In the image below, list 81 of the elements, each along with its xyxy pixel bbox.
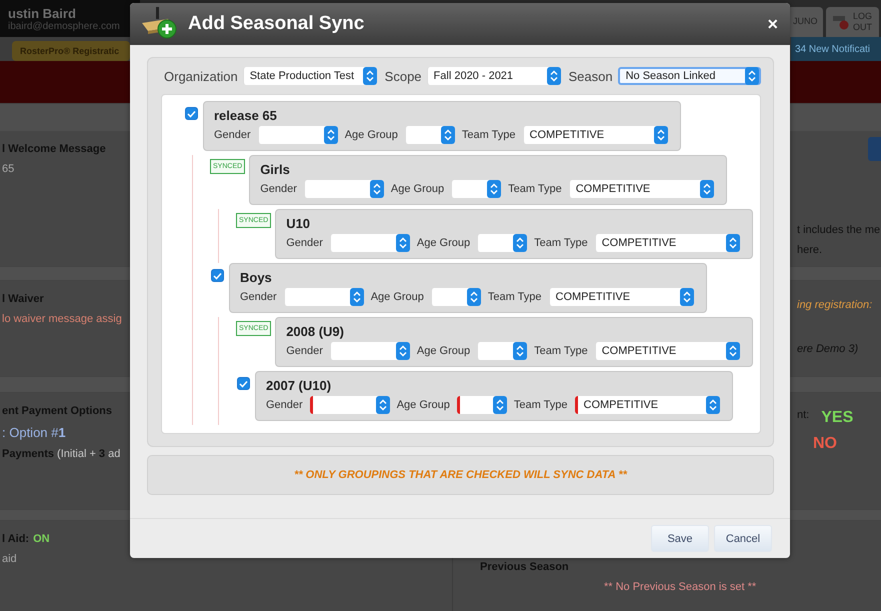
field-label: Age Group bbox=[344, 129, 398, 141]
user-name: ustin Baird bbox=[8, 6, 77, 21]
stepper-icon bbox=[487, 180, 502, 198]
field-label: Age Group bbox=[370, 291, 424, 303]
checkbox[interactable] bbox=[185, 107, 198, 120]
field-label: Gender bbox=[286, 345, 323, 357]
field-label: Gender bbox=[286, 237, 323, 249]
stepper-icon bbox=[680, 288, 694, 306]
dialog-title: Add Seasonal Sync bbox=[188, 13, 366, 35]
status-text: ON bbox=[33, 532, 50, 545]
field-label: Gender bbox=[214, 129, 251, 141]
stepper-icon bbox=[362, 67, 377, 85]
field-label: Gender bbox=[266, 399, 303, 411]
stepper-icon bbox=[700, 180, 714, 198]
select-field[interactable]: COMPETITIVE bbox=[594, 342, 740, 360]
stepper-icon bbox=[440, 126, 455, 144]
grouping-name: 2007 (U10) bbox=[266, 378, 332, 393]
field-label: Team Type bbox=[508, 183, 562, 195]
select-field[interactable]: COMPETITIVE bbox=[568, 180, 714, 198]
grouping-name: Girls bbox=[260, 162, 291, 177]
user-email: ibaird@demosphere.com bbox=[8, 21, 121, 32]
field-label: Age Group bbox=[390, 183, 444, 195]
stepper-icon bbox=[726, 234, 740, 252]
section-text: ** No Previous Season is set ** bbox=[604, 580, 756, 593]
grouping-name: release 65 bbox=[214, 108, 278, 123]
field-label: Team Type bbox=[534, 237, 588, 249]
select-field[interactable]: No Season Linked bbox=[618, 67, 761, 85]
checkbox[interactable] bbox=[211, 269, 224, 282]
stepper-icon bbox=[706, 396, 720, 414]
field-label: Team Type bbox=[488, 291, 542, 303]
section-text: aid bbox=[2, 552, 17, 565]
field-label: Team Type bbox=[514, 399, 568, 411]
stepper-icon bbox=[324, 126, 338, 144]
stepper-icon bbox=[466, 288, 481, 306]
grouping-name: 2008 (U9) bbox=[286, 324, 345, 339]
stepper-icon bbox=[513, 342, 528, 360]
grouping-name: Boys bbox=[240, 270, 273, 285]
select-field[interactable]: COMPETITIVE bbox=[594, 234, 740, 252]
select-field[interactable]: COMPETITIVE bbox=[522, 126, 668, 144]
select-field[interactable]: COMPETITIVE bbox=[574, 396, 720, 414]
filter-label: Organization bbox=[164, 68, 238, 84]
section-text: ing registration: bbox=[797, 298, 872, 311]
stepper-icon bbox=[726, 342, 740, 360]
stepper-icon bbox=[492, 396, 507, 414]
stepper-icon bbox=[513, 234, 528, 252]
select-field[interactable]: State Production Test bbox=[242, 67, 377, 85]
stepper-icon bbox=[370, 180, 384, 198]
status-value: YES bbox=[821, 408, 854, 427]
stepper-icon bbox=[744, 67, 759, 85]
section-text: lo waiver message assig bbox=[2, 312, 122, 325]
stepper-icon bbox=[654, 126, 668, 144]
stepper-icon bbox=[376, 396, 390, 414]
section-text: : Option #1 bbox=[2, 424, 66, 440]
notice-text: ** ONLY GROUPINGS THAT ARE CHECKED WILL SYNC DATA ** bbox=[147, 455, 774, 495]
select-field[interactable] bbox=[310, 396, 390, 414]
field-label: Gender bbox=[260, 183, 297, 195]
field-label: Age Group bbox=[396, 399, 450, 411]
stepper-icon bbox=[546, 67, 560, 85]
field-label: Team Type bbox=[534, 345, 588, 357]
field-label: Age Group bbox=[416, 237, 470, 249]
stepper-icon bbox=[396, 342, 410, 360]
status-value: NO bbox=[813, 434, 837, 453]
select-field[interactable]: COMPETITIVE bbox=[548, 288, 694, 306]
grouping-name: U10 bbox=[286, 216, 312, 231]
select-field[interactable]: Fall 2020 - 2021 bbox=[426, 67, 560, 85]
filter-label: Season bbox=[568, 68, 613, 84]
logout-icon bbox=[832, 14, 850, 30]
field-label: Age Group bbox=[416, 345, 470, 357]
cancel-button[interactable]: Cancel bbox=[714, 525, 772, 552]
stepper-icon bbox=[396, 234, 410, 252]
board-plus-icon bbox=[140, 7, 178, 41]
save-button[interactable]: Save bbox=[651, 525, 709, 552]
section-text: 65 bbox=[2, 162, 14, 175]
select-field[interactable] bbox=[456, 396, 507, 414]
close-button[interactable]: × bbox=[767, 14, 778, 34]
field-label: Team Type bbox=[462, 129, 516, 141]
filter-label: Scope bbox=[384, 68, 422, 84]
stepper-icon bbox=[350, 288, 364, 306]
notifications-bar[interactable]: 34 New Notificati bbox=[791, 36, 881, 62]
field-label: Gender bbox=[240, 291, 277, 303]
checkbox[interactable] bbox=[237, 377, 250, 390]
